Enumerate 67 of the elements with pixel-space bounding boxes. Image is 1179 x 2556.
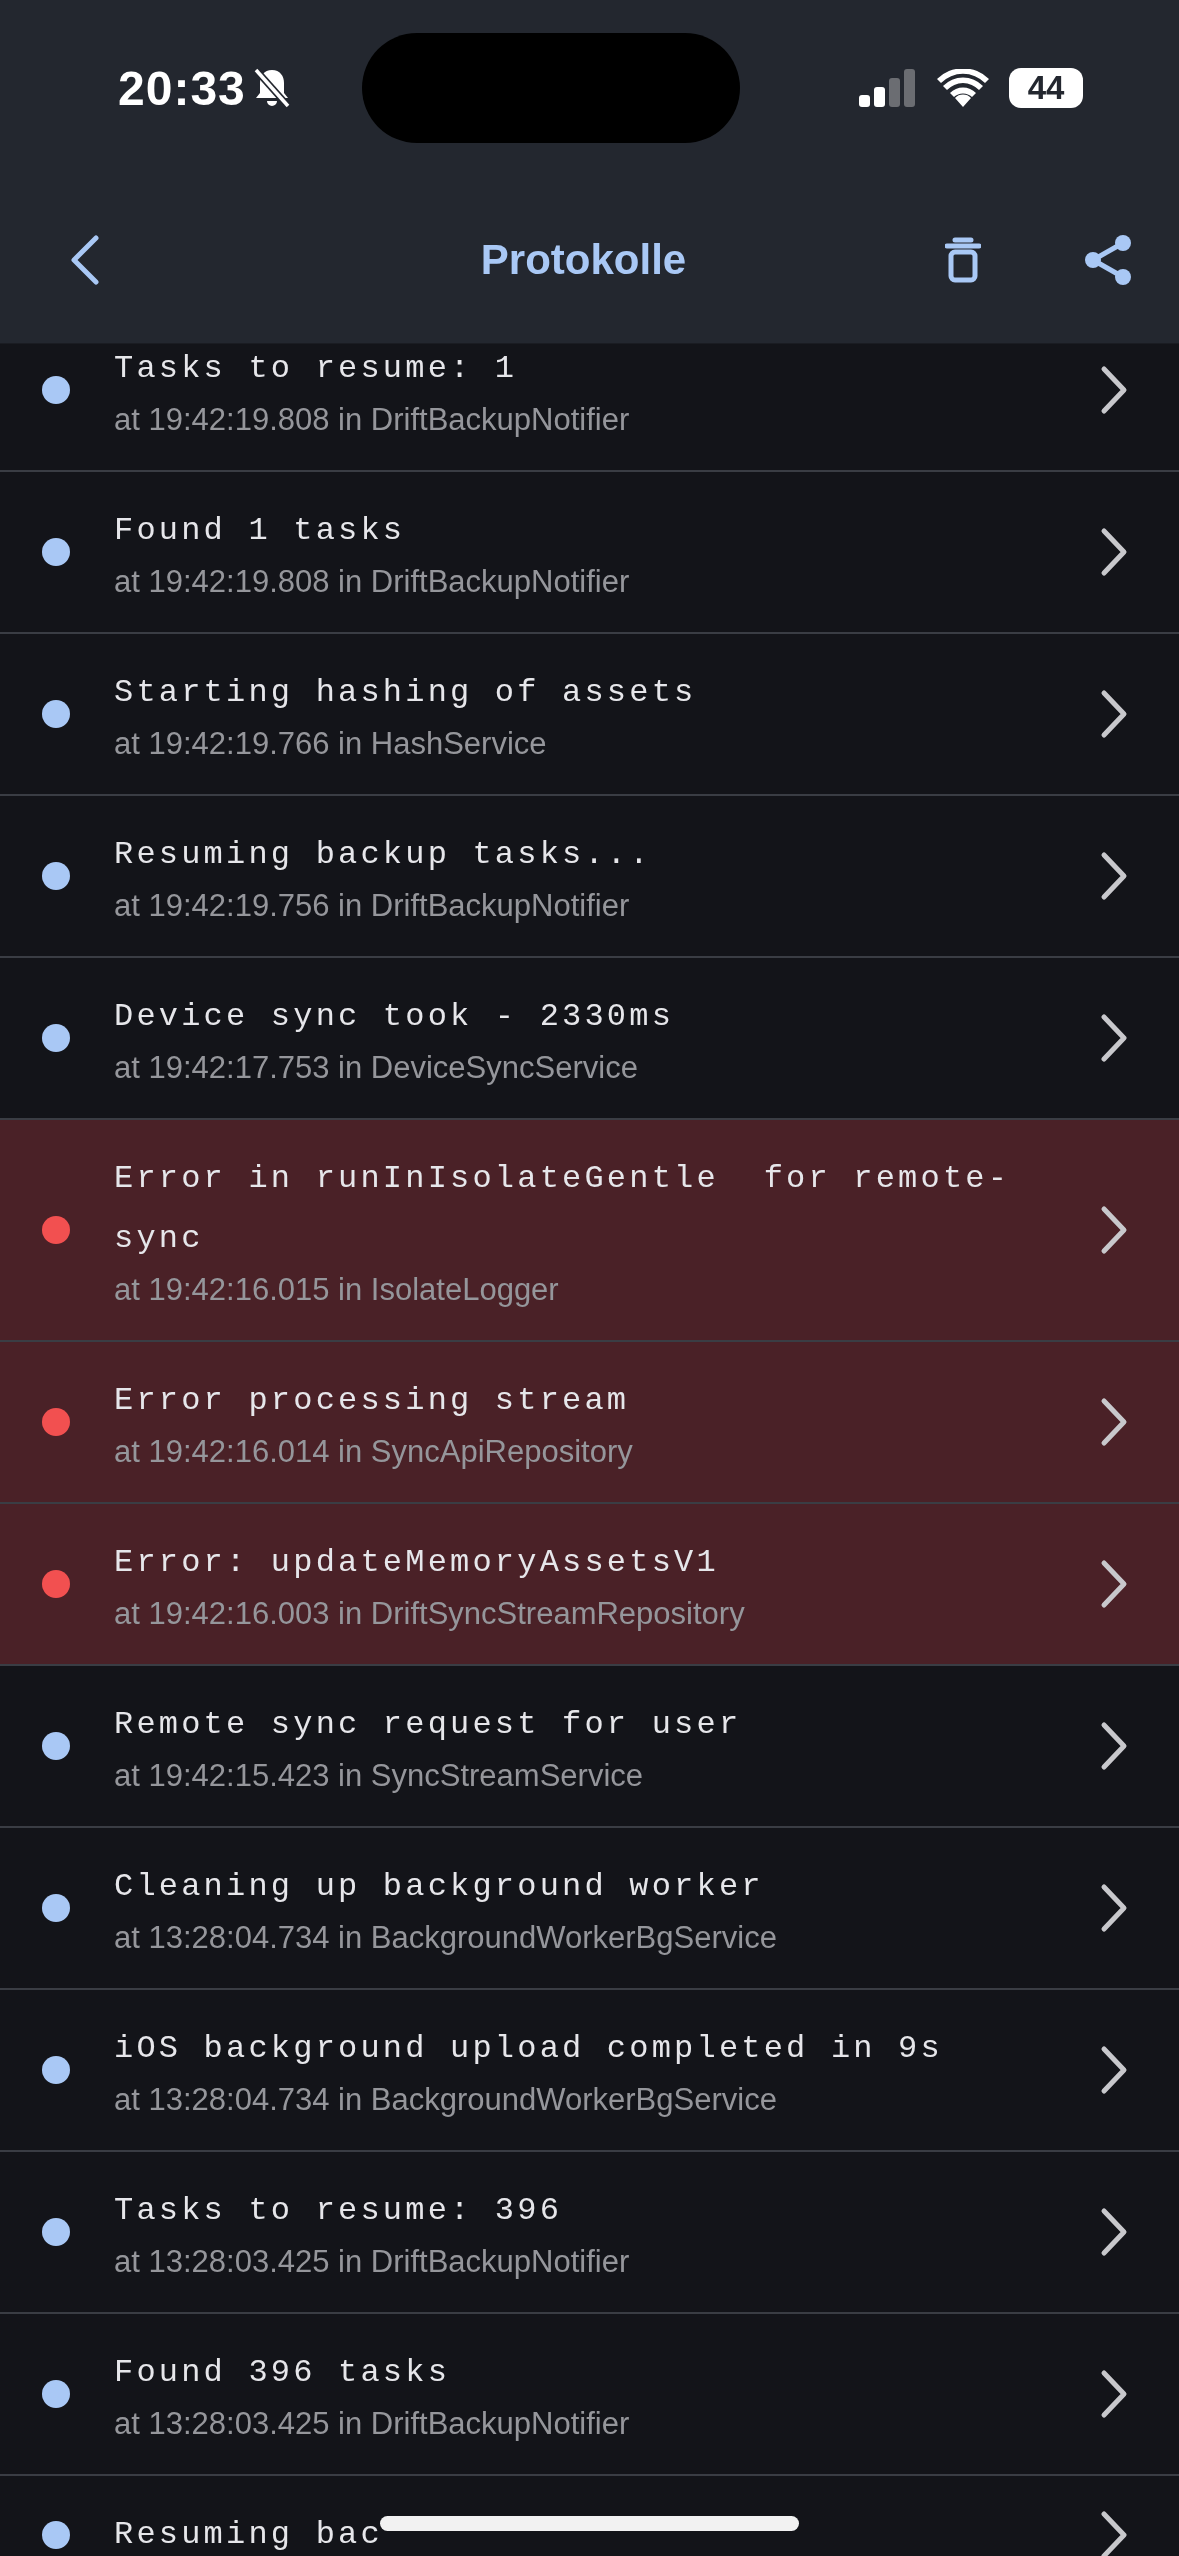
log-source: at 19:42:15.423 in SyncStreamService (114, 1757, 645, 1795)
log-source: at 13:28:04.734 in BackgroundWorkerBgService (114, 2081, 778, 2119)
status-dot (42, 1216, 70, 1244)
chevron-right-icon (1099, 1013, 1129, 1063)
log-message: Error processing stream (114, 1381, 630, 1421)
log-source: at 19:42:17.753 in DeviceSyncService (114, 1049, 639, 1087)
chevron-right-icon (1099, 2207, 1129, 2257)
wifi-icon (937, 69, 989, 107)
status-dot (42, 538, 70, 566)
log-source: at 19:42:16.014 in SyncApiRepository (114, 1433, 634, 1471)
status-dot (42, 1024, 70, 1052)
chevron-right-icon (1099, 1205, 1129, 1255)
log-source: at 13:28:03.425 in DriftBackupNotifier (114, 2243, 631, 2281)
log-source: at 19:42:16.003 in DriftSyncStreamRepository (114, 1595, 746, 1633)
chevron-right-icon (1099, 2045, 1129, 2095)
log-message: Resuming bac (114, 2515, 383, 2555)
back-chevron-icon (68, 233, 102, 286)
bell-slash-icon (251, 66, 292, 110)
log-source: at 13:28:04.734 in BackgroundWorkerBgService (114, 1919, 778, 1957)
status-dot (42, 376, 70, 404)
log-entry[interactable]: Error processing stream at 19:42:16.014 in SyncApiRepository (0, 1342, 1179, 1504)
log-message: iOS background upload completed in 9s (114, 2029, 943, 2069)
chevron-right-icon (1099, 2510, 1129, 2556)
chevron-right-icon (1099, 1397, 1129, 1447)
log-source: at 19:42:19.808 in DriftBackupNotifier (114, 563, 631, 601)
chevron-right-icon (1099, 527, 1129, 577)
clock-time: 20:33 (118, 60, 246, 116)
status-dot (42, 1732, 70, 1760)
log-source: at 19:42:19.808 in DriftBackupNotifier (114, 401, 631, 439)
chevron-right-icon (1099, 2369, 1129, 2419)
log-source: at 13:28:03.425 in DriftBackupNotifier (114, 2405, 631, 2443)
log-message: Remote sync request for user (114, 1705, 742, 1745)
log-message: Error in runInIsolateGentle for remote-sync (114, 1159, 1012, 1259)
chevron-right-icon (1099, 365, 1129, 415)
log-entry[interactable]: Error in runInIsolateGentle for remote-sync at 19:42:16.015 in IsolateLogger (0, 1120, 1179, 1342)
status-dot (42, 700, 70, 728)
log-message: Error: updateMemoryAssetsV1 (114, 1543, 719, 1583)
log-source: at 19:42:19.766 in HashService (114, 725, 548, 763)
log-message: Resuming backup tasks... (114, 835, 652, 875)
log-message: Cleaning up background worker (114, 1867, 764, 1907)
log-source: at 19:42:16.015 in IsolateLogger (114, 1271, 560, 1309)
log-message: Found 396 tasks (114, 2353, 451, 2393)
status-dot (42, 862, 70, 890)
status-dot (42, 1894, 70, 1922)
battery-level: 44 (1009, 68, 1083, 108)
log-message: Starting hashing of assets (114, 673, 697, 713)
chevron-right-icon (1099, 1721, 1129, 1771)
log-message: Device sync took - 2330ms (114, 997, 675, 1037)
chevron-right-icon (1099, 1883, 1129, 1933)
chevron-right-icon (1099, 1559, 1129, 1609)
log-message: Found 1 tasks (114, 511, 406, 551)
status-dot (42, 2218, 70, 2246)
log-source: at 19:42:19.756 in DriftBackupNotifier (114, 887, 631, 925)
status-dot (42, 2521, 70, 2549)
trash-icon (945, 236, 981, 283)
status-dot (42, 2380, 70, 2408)
signal-icon (859, 69, 917, 107)
chevron-right-icon (1099, 851, 1129, 901)
log-message: Tasks to resume: 396 (114, 2191, 563, 2231)
status-dot (42, 1570, 70, 1598)
status-dot (42, 2056, 70, 2084)
status-dot (42, 1408, 70, 1436)
chevron-right-icon (1099, 689, 1129, 739)
log-entry[interactable]: Error: updateMemoryAssetsV1 at 19:42:16.003 in DriftSyncStreamRepository (0, 1504, 1179, 1666)
screen-title: Protokolle (479, 235, 688, 284)
log-message: Tasks to resume: 1 (114, 349, 518, 389)
share-icon (1083, 232, 1133, 287)
